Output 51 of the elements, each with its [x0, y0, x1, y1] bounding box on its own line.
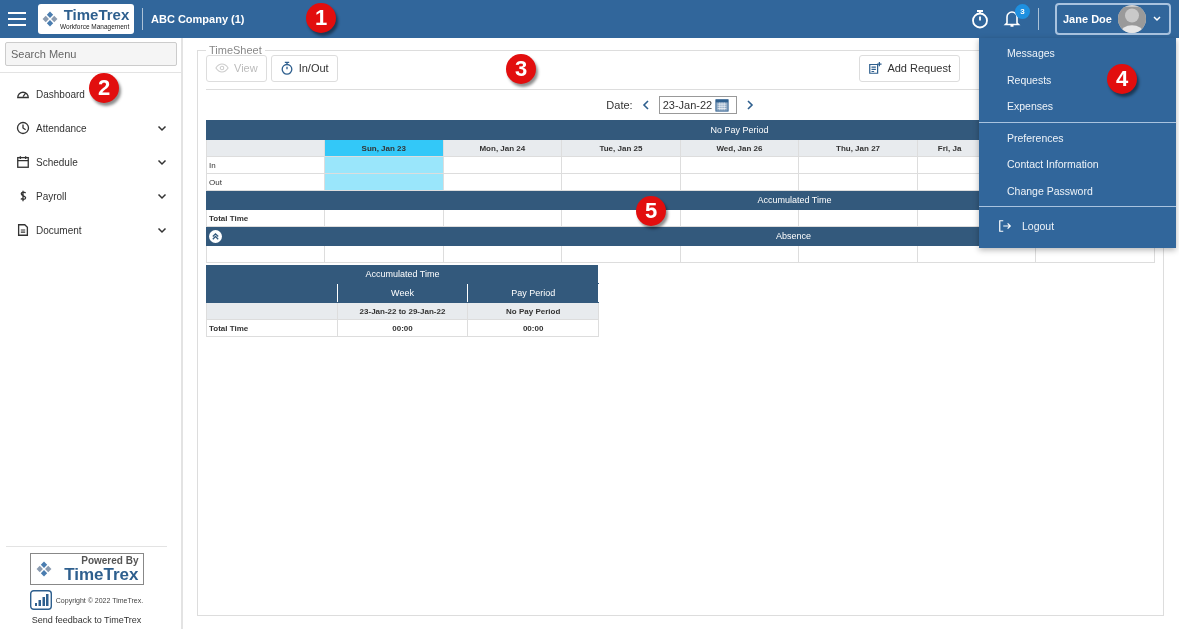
toolbar-button[interactable]: Add Request — [859, 54, 960, 82]
brand-name: TimeTrex — [64, 566, 139, 583]
note-add-icon — [868, 61, 883, 75]
stopwatch-icon — [279, 61, 294, 75]
collapse-button[interactable] — [209, 229, 222, 243]
menu-item[interactable]: Requests — [979, 66, 1056, 93]
date-label: Date: — [606, 99, 633, 111]
menu-item[interactable]: Messages — [979, 40, 1059, 67]
sidebar-item[interactable]: Attendance — [0, 111, 181, 145]
row-label: Total Time — [206, 209, 325, 227]
next-icon[interactable] — [744, 99, 755, 111]
feedback-link[interactable]: Send feedback to TimeTrex — [31, 615, 142, 625]
table-cell: 00:00 — [337, 319, 468, 337]
toolbar-button[interactable]: In/Out — [270, 54, 338, 82]
logo-name: TimeTrex — [63, 7, 130, 22]
sidebar-item[interactable]: Payroll — [0, 179, 181, 213]
sidebar-item[interactable]: Document — [0, 213, 181, 247]
stopwatch-icon[interactable] — [970, 9, 990, 29]
date-field[interactable]: 23-Jan-22 — [658, 96, 737, 114]
menu-item[interactable]: Contact Information — [979, 151, 1103, 178]
calendar-icon — [715, 98, 730, 112]
bell-icon[interactable] — [1002, 8, 1022, 28]
logo-mark-icon — [34, 560, 53, 578]
document-icon — [16, 223, 30, 237]
powered-by-logo[interactable]: Powered By TimeTrex — [29, 553, 144, 585]
notification-badge: 3 — [1015, 4, 1030, 19]
previous-icon[interactable] — [640, 99, 651, 111]
section-header: Accumulated Time — [206, 264, 599, 284]
clock-icon — [16, 121, 30, 135]
logout-icon — [998, 219, 1012, 234]
double-chevron-icon — [211, 231, 220, 241]
callout-marker: 2 — [89, 73, 119, 103]
panel-title: TimeSheet — [208, 44, 263, 56]
menu-item[interactable]: Expenses — [979, 93, 1058, 120]
company-name: ABC Company (1) — [151, 13, 245, 25]
callout-marker: 3 — [506, 54, 536, 84]
sidebar-item[interactable]: Dashboard — [0, 77, 86, 111]
calendar-icon — [16, 155, 30, 169]
row-label: Out — [206, 173, 325, 191]
sidebar-item[interactable]: Schedule — [0, 145, 181, 179]
eye-icon — [215, 61, 229, 75]
avatar-icon — [1117, 5, 1146, 33]
logo-mark-icon — [41, 10, 59, 28]
row-label: In — [206, 156, 325, 174]
row-label: Total Time — [206, 319, 338, 337]
bar-chart-icon[interactable] — [29, 590, 52, 610]
menu-icon[interactable] — [8, 12, 26, 26]
table-cell: 00:00 — [467, 319, 599, 337]
search-field[interactable]: Search Menu — [5, 42, 177, 66]
callout-marker: 5 — [636, 196, 666, 226]
powered-by-text: Powered By — [81, 555, 139, 566]
